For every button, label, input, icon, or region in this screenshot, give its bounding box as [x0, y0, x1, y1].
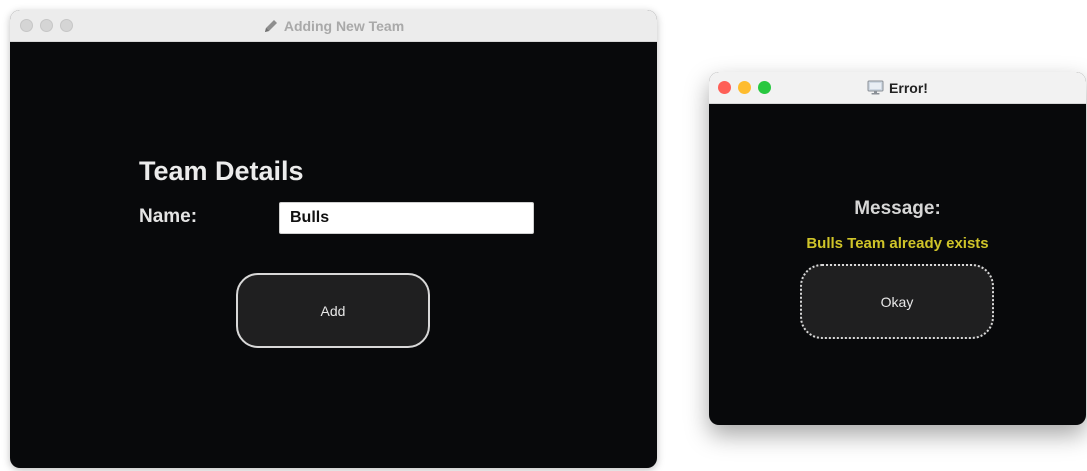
- pencil-icon: [263, 18, 279, 34]
- window-title: Adding New Team: [283, 17, 405, 34]
- team-name-input[interactable]: [279, 202, 534, 234]
- window-title: Error!: [889, 79, 928, 96]
- error-titlebar[interactable]: Error!: [709, 72, 1086, 104]
- okay-button[interactable]: Okay: [800, 264, 994, 339]
- error-message-text: Bulls Team already exists: [806, 235, 989, 252]
- name-label: Name:: [139, 206, 198, 227]
- add-team-window: Adding New Team Team Details Name: Add: [10, 10, 657, 468]
- message-label: Message:: [854, 198, 941, 219]
- team-details-heading: Team Details: [139, 156, 304, 186]
- add-team-titlebar[interactable]: Adding New Team: [10, 10, 657, 42]
- error-window: Error! Message: Bulls Team already exist…: [709, 72, 1086, 425]
- monitor-icon: [867, 80, 884, 95]
- add-button[interactable]: Add: [236, 273, 430, 348]
